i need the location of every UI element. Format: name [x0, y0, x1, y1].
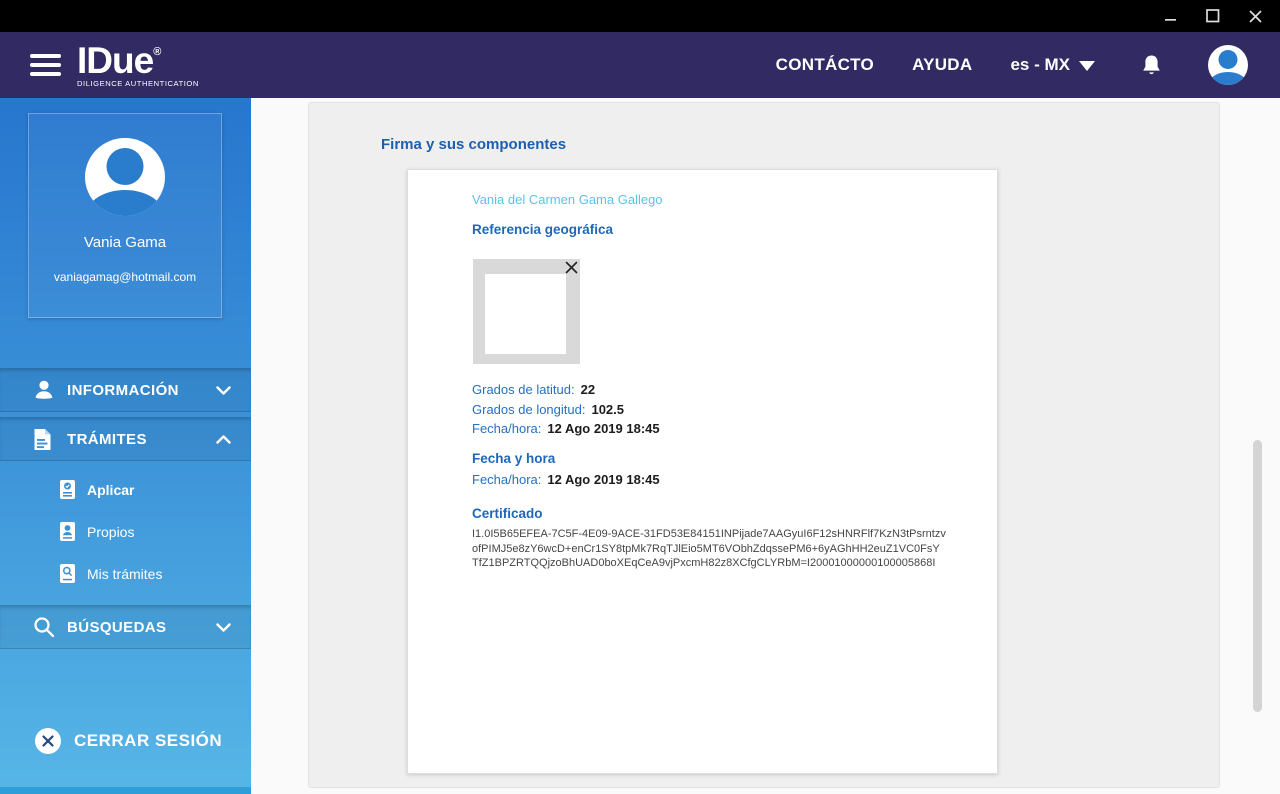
sidebar-item-label: TRÁMITES	[67, 430, 147, 448]
window-titlebar	[0, 0, 1280, 32]
latitude-value: 22	[580, 382, 596, 397]
sidebar-subitem-propios[interactable]: Propios	[0, 518, 251, 545]
chevron-down-icon	[216, 622, 231, 632]
search-icon	[33, 616, 55, 638]
sidebar-item-informacion[interactable]: INFORMACIÓN	[0, 368, 251, 412]
logo-title: IDue®	[77, 40, 162, 82]
profile-card: Vania Gama vaniagamag@hotmail.com	[28, 113, 222, 318]
app-logo: IDue® DILIGENCE AUTHENTICATION	[77, 42, 199, 88]
signature-card: Vania del Carmen Gama Gallego Referencia…	[407, 169, 998, 774]
logo-subtitle: DILIGENCE AUTHENTICATION	[77, 79, 199, 89]
logout-button[interactable]: CERRAR SESIÓN	[35, 728, 222, 754]
chevron-down-icon	[216, 385, 231, 395]
avatar-shoulders	[87, 190, 163, 216]
contact-link[interactable]: CONTÁCTO	[776, 55, 874, 75]
close-circle-icon	[35, 728, 61, 754]
chevron-down-icon	[1079, 61, 1095, 71]
minimize-button[interactable]	[1158, 4, 1184, 28]
certificate-section-title: Certificado	[472, 506, 543, 521]
search-document-icon	[60, 564, 75, 583]
header-nav: CONTÁCTO AYUDA es - MX	[776, 45, 1280, 85]
longitude-row: Grados de longitud: 102.5	[472, 402, 660, 417]
geo-details: Grados de latitud: 22 Grados de longitud:…	[472, 382, 660, 441]
bell-icon[interactable]	[1141, 54, 1162, 77]
geo-image-inner	[485, 274, 566, 354]
profile-email: vaniagamag@hotmail.com	[53, 270, 197, 284]
sidebar-item-busquedas[interactable]: BÚSQUEDAS	[0, 605, 251, 649]
geo-section-title: Referencia geográfica	[472, 222, 614, 237]
sidebar-item-tramites[interactable]: TRÁMITES	[0, 417, 251, 461]
geo-datetime-row: Fecha/hora: 12 Ago 2019 18:45	[472, 421, 660, 436]
chevron-up-icon	[216, 434, 231, 444]
avatar-head	[106, 148, 144, 185]
geo-image-placeholder	[473, 259, 580, 364]
person-icon	[33, 379, 55, 401]
avatar-shoulders	[1209, 72, 1247, 85]
certificate-value: I1.0I5B65EFEA-7C5F-4E09-9ACE-31FD53E8415…	[472, 528, 946, 570]
profile-avatar	[85, 138, 165, 216]
tramites-submenu: Aplicar Propios Mis trámites	[0, 476, 251, 602]
content-panel: Firma y sus componentes Vania del Carmen…	[308, 102, 1220, 788]
profile-name: Vania Gama	[83, 234, 167, 251]
latitude-label: Grados de latitud:	[472, 382, 575, 397]
document-icon	[33, 428, 55, 451]
help-link[interactable]: AYUDA	[912, 55, 972, 75]
close-icon[interactable]	[565, 261, 578, 274]
language-selector[interactable]: es - MX	[1010, 55, 1095, 75]
language-value: es - MX	[1010, 55, 1070, 74]
apply-document-icon	[60, 480, 75, 499]
sidebar-subitem-label: Aplicar	[87, 481, 135, 498]
geo-datetime-value: 12 Ago 2019 18:45	[547, 421, 660, 436]
longitude-label: Grados de longitud:	[472, 401, 586, 417]
sidebar-subitem-label: Propios	[87, 523, 135, 540]
maximize-button[interactable]	[1200, 4, 1226, 28]
sidebar-item-label: BÚSQUEDAS	[67, 618, 167, 636]
datetime-label: Fecha/hora:	[472, 472, 542, 487]
user-avatar[interactable]	[1208, 45, 1248, 85]
logout-label: CERRAR SESIÓN	[74, 731, 223, 750]
scrollbar[interactable]	[1253, 440, 1262, 712]
page-title: Firma y sus componentes	[381, 136, 567, 153]
menu-icon[interactable]	[30, 54, 61, 76]
close-icon	[1248, 9, 1262, 23]
avatar-head	[1218, 50, 1238, 69]
close-button[interactable]	[1242, 4, 1268, 28]
geo-datetime-label: Fecha/hora:	[472, 421, 542, 436]
app-header: IDue® DILIGENCE AUTHENTICATION CONTÁCTO …	[0, 32, 1280, 98]
sidebar-subitem-label: Mis trámites	[87, 565, 163, 582]
sidebar-item-label: INFORMACIÓN	[67, 381, 179, 399]
sidebar-bottom-strip	[0, 787, 251, 794]
main-content: Firma y sus componentes Vania del Carmen…	[251, 98, 1280, 794]
signer-name: Vania del Carmen Gama Gallego	[472, 192, 663, 207]
latitude-row: Grados de latitud: 22	[472, 382, 660, 397]
longitude-value: 102.5	[591, 401, 625, 417]
sidebar-subitem-aplicar[interactable]: Aplicar	[0, 476, 251, 503]
sidebar-subitem-mis-tramites[interactable]: Mis trámites	[0, 560, 251, 587]
minimize-icon	[1165, 19, 1176, 21]
datetime-section-title: Fecha y hora	[472, 451, 556, 466]
maximize-icon	[1206, 9, 1220, 23]
datetime-value: 12 Ago 2019 18:45	[547, 472, 660, 487]
datetime-row: Fecha/hora: 12 Ago 2019 18:45	[472, 472, 660, 487]
person-card-icon	[60, 522, 75, 541]
sidebar: Vania Gama vaniagamag@hotmail.com INFORM…	[0, 98, 251, 794]
